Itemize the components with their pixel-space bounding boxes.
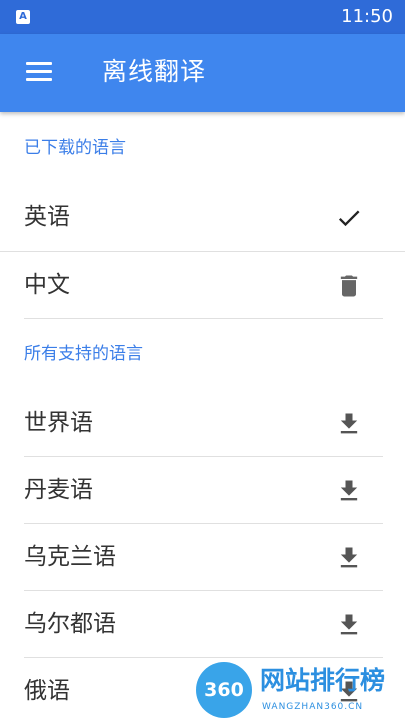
divider bbox=[24, 318, 383, 319]
language-label: 乌克兰语 bbox=[24, 544, 116, 570]
download-icon[interactable] bbox=[335, 410, 363, 438]
language-label: 乌尔都语 bbox=[24, 611, 116, 637]
download-icon[interactable] bbox=[335, 477, 363, 505]
check-icon bbox=[338, 210, 360, 227]
page-title: 离线翻译 bbox=[102, 57, 207, 86]
language-row-english[interactable]: 英语 bbox=[0, 184, 405, 250]
download-icon[interactable] bbox=[335, 544, 363, 572]
section-header-downloaded: 已下载的语言 bbox=[24, 138, 126, 158]
app-bar: 离线翻译 bbox=[0, 34, 405, 112]
watermark-title: 网站排行榜 bbox=[260, 666, 386, 695]
language-label: 中文 bbox=[24, 272, 70, 298]
language-row-chinese[interactable]: 中文 bbox=[0, 252, 405, 318]
language-label: 英语 bbox=[24, 204, 70, 230]
language-row-danish[interactable]: 丹麦语 bbox=[0, 457, 405, 523]
section-header-supported: 所有支持的语言 bbox=[24, 344, 143, 364]
watermark-subtitle: WANGZHAN360.CN bbox=[262, 702, 364, 712]
language-label: 丹麦语 bbox=[24, 477, 93, 503]
watermark-logo: 360 网站排行榜 WANGZHAN360.CN bbox=[196, 662, 405, 720]
language-label: 俄语 bbox=[24, 678, 70, 704]
delete-icon[interactable] bbox=[335, 272, 363, 300]
language-row-esperanto[interactable]: 世界语 bbox=[0, 390, 405, 456]
language-row-urdu[interactable]: 乌尔都语 bbox=[0, 591, 405, 657]
language-label: 世界语 bbox=[24, 410, 93, 436]
status-time: 11:50 bbox=[341, 6, 393, 27]
download-icon[interactable] bbox=[335, 611, 363, 639]
language-row-ukrainian[interactable]: 乌克兰语 bbox=[0, 524, 405, 590]
status-bar: A 11:50 bbox=[0, 0, 405, 34]
hamburger-menu-icon[interactable] bbox=[26, 62, 52, 82]
app-notification-icon: A bbox=[16, 10, 30, 24]
watermark-badge: 360 bbox=[196, 662, 252, 718]
